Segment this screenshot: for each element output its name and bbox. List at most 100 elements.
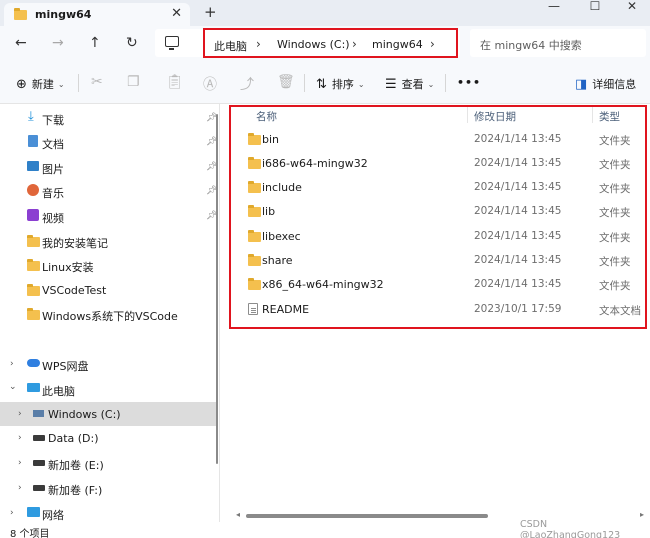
close-window-button[interactable]: ✕ xyxy=(612,0,650,14)
tab-close-icon[interactable]: ✕ xyxy=(171,6,182,21)
toolbar-divider xyxy=(304,74,305,92)
sort-button[interactable]: ⇅ 排序 ⌄ xyxy=(316,76,365,92)
sidebar-scrollbar[interactable] xyxy=(216,114,218,464)
chevron-down-icon: ⌄ xyxy=(57,79,65,89)
sidebar-item-drive-e[interactable]: › 新加卷 (E:) xyxy=(0,451,218,475)
scroll-right-icon[interactable]: ▸ xyxy=(640,510,644,519)
toolbar-divider xyxy=(445,74,446,92)
sidebar-item-label: Linux安装 xyxy=(42,261,94,274)
windows-drive-icon xyxy=(33,410,44,417)
chevron-down-icon: ⌄ xyxy=(357,79,365,89)
cut-icon[interactable]: ✂ xyxy=(91,74,103,90)
back-button[interactable]: ← xyxy=(15,35,27,51)
plus-circle-icon: ⊕ xyxy=(16,76,27,92)
video-icon xyxy=(27,209,39,221)
new-button[interactable]: ⊕ 新建 ⌄ xyxy=(16,76,65,92)
navigation-pane: ⤓ 下载 📌︎ 文档 📌︎ 图片 📌︎ 音乐 📌︎ 视频 📌︎ 我的安装笔记 L… xyxy=(0,104,220,522)
sidebar-item-drive-d[interactable]: › Data (D:) xyxy=(0,426,218,450)
rename-icon[interactable]: Ⓐ xyxy=(203,74,217,94)
sidebar-item-vscodetest[interactable]: VSCodeTest xyxy=(0,278,218,302)
folder-icon xyxy=(27,259,40,271)
folder-icon xyxy=(14,7,27,20)
sidebar-item-label: 下载 xyxy=(42,114,64,127)
folder-icon xyxy=(27,308,40,320)
view-button[interactable]: ☰ 查看 ⌄ xyxy=(385,76,434,92)
sidebar-item-label: 文档 xyxy=(42,138,64,151)
sidebar-item-pictures[interactable]: 图片 📌︎ xyxy=(0,155,218,179)
command-bar: ⊕ 新建 ⌄ ✂ ❐ 📋︎ Ⓐ ⤴ 🗑︎ ⇅ 排序 ⌄ ☰ 查看 ⌄ ••• ◨… xyxy=(0,62,650,104)
chevron-down-icon[interactable]: ⌄ xyxy=(9,382,17,392)
sidebar-item-label: Windows系统下的VSCode xyxy=(42,310,178,323)
tab-mingw64[interactable]: mingw64 ✕ xyxy=(4,3,190,26)
more-options-button[interactable]: ••• xyxy=(457,76,481,89)
sort-icon: ⇅ xyxy=(316,76,327,92)
chevron-right-icon[interactable]: › xyxy=(10,508,14,518)
sidebar-item-label: Data (D:) xyxy=(48,432,99,445)
drive-icon xyxy=(33,460,45,466)
toolbar-divider xyxy=(78,74,79,92)
sidebar-item-this-pc[interactable]: ⌄ 此电脑 xyxy=(0,377,218,401)
sidebar-item-label: 视频 xyxy=(42,212,64,225)
sort-button-label: 排序 xyxy=(331,78,354,91)
drive-icon xyxy=(33,435,45,441)
sidebar-item-label: WPS网盘 xyxy=(42,360,89,373)
new-tab-button[interactable]: + xyxy=(204,3,217,21)
watermark: CSDN @LaoZhangGong123 xyxy=(520,519,621,538)
chevron-right-icon[interactable]: › xyxy=(18,458,22,468)
chevron-right-icon[interactable]: › xyxy=(18,409,22,419)
address-highlight-box xyxy=(203,28,458,58)
sidebar-item-wps-drive[interactable]: › WPS网盘 xyxy=(0,352,218,376)
horizontal-scrollbar[interactable] xyxy=(246,514,488,518)
copy-icon[interactable]: ❐ xyxy=(127,74,140,90)
sidebar-item-videos[interactable]: 视频 📌︎ xyxy=(0,204,218,228)
sidebar-item-label: 此电脑 xyxy=(42,385,75,398)
title-bar: mingw64 ✕ + — ☐ ✕ xyxy=(0,0,650,26)
sidebar-item-label: Windows (C:) xyxy=(48,408,121,421)
refresh-button[interactable]: ↻ xyxy=(126,35,138,51)
view-list-icon: ☰ xyxy=(385,76,397,92)
music-icon xyxy=(27,184,39,196)
chevron-right-icon[interactable]: › xyxy=(18,483,22,493)
sidebar-item-drive-f[interactable]: › 新加卷 (F:) xyxy=(0,476,218,500)
details-pane-label: 详细信息 xyxy=(592,78,637,91)
sidebar-item-label: 新加卷 (E:) xyxy=(48,459,104,472)
folder-icon xyxy=(27,284,40,296)
delete-icon[interactable]: 🗑︎ xyxy=(277,74,295,90)
tab-title: mingw64 xyxy=(35,8,92,21)
sidebar-item-label: 我的安装笔记 xyxy=(42,237,108,250)
monitor-icon xyxy=(165,36,179,50)
sidebar-item-music[interactable]: 音乐 📌︎ xyxy=(0,179,218,203)
scroll-left-icon[interactable]: ◂ xyxy=(236,510,240,519)
forward-button[interactable]: → xyxy=(52,35,64,51)
sidebar-item-windows-vscode[interactable]: Windows系统下的VSCode xyxy=(0,302,218,326)
sidebar-item-documents[interactable]: 文档 📌︎ xyxy=(0,130,218,154)
document-icon xyxy=(28,135,38,147)
sidebar-item-linux-install[interactable]: Linux安装 xyxy=(0,253,218,277)
item-count: 8 个项目 xyxy=(10,529,50,538)
sidebar-item-label: 音乐 xyxy=(42,187,64,200)
share-icon[interactable]: ⤴ xyxy=(240,74,254,94)
search-input[interactable]: 在 mingw64 中搜索 xyxy=(470,29,646,57)
sidebar-item-label: 新加卷 (F:) xyxy=(48,484,103,497)
sidebar-item-label: 图片 xyxy=(42,163,64,176)
sidebar-item-install-notes[interactable]: 我的安装笔记 xyxy=(0,229,218,253)
network-icon xyxy=(27,507,40,517)
sidebar-item-downloads[interactable]: ⤓ 下载 📌︎ xyxy=(0,106,218,130)
details-pane-button[interactable]: ◨ 详细信息 xyxy=(575,76,636,92)
chevron-right-icon[interactable]: › xyxy=(10,359,14,369)
picture-icon xyxy=(27,161,39,171)
computer-icon xyxy=(27,383,40,392)
new-button-label: 新建 xyxy=(31,78,54,91)
paste-icon[interactable]: 📋︎ xyxy=(166,74,184,90)
file-list-highlight-box xyxy=(229,105,647,329)
chevron-right-icon[interactable]: › xyxy=(18,433,22,443)
sidebar-item-label: VSCodeTest xyxy=(42,284,107,297)
folder-icon xyxy=(27,235,40,247)
maximize-button[interactable]: ☐ xyxy=(575,0,615,14)
chevron-down-icon: ⌄ xyxy=(427,79,435,89)
minimize-button[interactable]: — xyxy=(534,0,574,14)
up-button[interactable]: ↑ xyxy=(89,35,101,51)
sidebar-item-drive-c[interactable]: › Windows (C:) xyxy=(0,402,218,426)
sidebar-item-label: 网络 xyxy=(42,509,64,522)
download-icon: ⤓ xyxy=(28,109,34,124)
